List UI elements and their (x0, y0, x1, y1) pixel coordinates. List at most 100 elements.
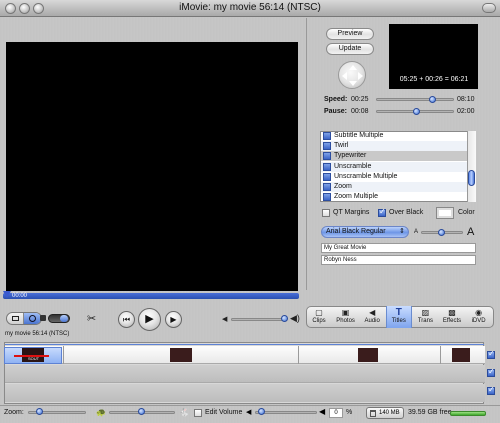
tab-idvd[interactable]: ◉ iDVD (466, 306, 492, 328)
select-arrows-icon: ⇕ (399, 228, 405, 235)
list-scrollbar[interactable] (467, 131, 476, 202)
title-style-icon (323, 162, 331, 171)
font-select[interactable]: Arial Black Regular ⇕ (321, 226, 409, 238)
effects-icon: ▩ (448, 308, 456, 317)
audio-track-2-checkbox[interactable] (487, 385, 495, 395)
trash-button[interactable]: 140 MB (366, 407, 404, 419)
toolbar-toggle-button[interactable] (482, 3, 496, 13)
preview-button[interactable]: Preview (326, 28, 374, 40)
volume-slider[interactable] (231, 318, 287, 321)
direction-pad[interactable] (338, 61, 366, 89)
pause-slider-knob[interactable] (413, 108, 420, 115)
clip-separator (440, 346, 441, 364)
idvd-icon: ◉ (475, 308, 483, 317)
title-styles-list[interactable]: Subtitle Multiple Twirl Typewriter Unscramb… (320, 131, 476, 202)
list-item-label: Unscramble Multiple (334, 172, 398, 180)
mode-switch-knob (60, 315, 68, 322)
list-item-label: Zoom (334, 183, 352, 190)
volume-slider-knob[interactable] (281, 315, 288, 322)
title-style-icon (323, 152, 331, 161)
list-item[interactable]: Unscramble Multiple (321, 172, 468, 182)
free-space-meter (450, 411, 486, 416)
clip-thumbnail[interactable] (358, 348, 378, 362)
list-item[interactable]: Typewriter (321, 151, 468, 162)
play-fullscreen-button[interactable]: ▶ (165, 311, 182, 328)
clip-thumbnail[interactable] (170, 348, 192, 362)
font-select-value: Arial Black Regular (326, 228, 386, 235)
arrow-down-icon[interactable] (349, 81, 357, 86)
list-item-label: Subtitle Multiple (334, 132, 384, 139)
clip-volume-knob[interactable] (258, 408, 265, 415)
clip-view-icon (12, 316, 19, 321)
volume-small-icon: ◀ (246, 409, 252, 416)
view-mode-toggle[interactable] (6, 312, 42, 325)
clip-thumbnail[interactable] (452, 348, 470, 362)
play-icon: ▶ (145, 313, 154, 325)
tab-effects[interactable]: ▩ Effects (439, 306, 465, 328)
mode-switch[interactable] (48, 314, 70, 323)
audio-track-1-checkbox[interactable] (487, 367, 495, 377)
speed-slider[interactable] (376, 98, 454, 101)
over-black-label: Over Black (389, 209, 424, 216)
arrow-left-icon[interactable] (342, 72, 347, 80)
volume-high-icon: ◀) (290, 313, 300, 323)
font-size-large-label: A (467, 226, 475, 238)
speed-timeline-knob[interactable] (138, 408, 145, 415)
pause-label: Pause: (324, 108, 347, 115)
arrow-up-icon[interactable] (349, 65, 357, 70)
zoom-slider-knob[interactable] (36, 408, 43, 415)
tab-titles[interactable]: T Titles (385, 306, 412, 328)
video-track-checkbox[interactable] (487, 349, 495, 359)
tab-clips[interactable]: ▢ Clips (306, 306, 332, 328)
qt-margins-checkbox[interactable] (322, 209, 330, 217)
color-well[interactable] (436, 207, 454, 219)
timeline-viewer[interactable] (4, 342, 485, 404)
window-title: iMovie: my movie 56:14 (NTSC) (179, 2, 321, 13)
trash-icon (370, 410, 376, 417)
list-item[interactable]: Zoom Multiple (321, 192, 468, 201)
tab-label: Audio (364, 318, 380, 324)
clips-icon: ▢ (315, 308, 323, 317)
qt-margins-label: QT Margins (333, 209, 370, 216)
edit-volume-checkbox[interactable] (194, 409, 202, 417)
volume-low-icon: ◀ (222, 316, 228, 323)
over-black-checkbox[interactable] (378, 207, 386, 217)
scrubber-bar[interactable] (3, 293, 299, 299)
arrow-right-icon[interactable] (358, 72, 363, 80)
list-item-label: Typewriter (334, 152, 367, 160)
tab-label: Titles (391, 318, 406, 324)
title-text-line-1[interactable]: My Great Movie (321, 243, 476, 253)
list-item[interactable]: Subtitle Multiple (321, 132, 468, 141)
timeline-view-icon (29, 315, 36, 322)
imovie-window: iMovie: my movie 56:14 (NTSC) 00:00 Prev… (0, 0, 500, 423)
list-item[interactable]: Twirl (321, 141, 468, 152)
tab-photos[interactable]: ▣ Photos (333, 306, 359, 328)
scissors-icon: ✂ (87, 313, 97, 325)
list-item[interactable]: Zoom (321, 182, 468, 192)
title-style-icon (323, 142, 331, 151)
list-item-label: Unscramble (334, 162, 372, 170)
list-scrollbar-thumb[interactable] (468, 170, 475, 186)
video-track[interactable] (5, 346, 485, 364)
tab-trans[interactable]: ▨ Trans (412, 306, 438, 328)
turtle-icon: 🐢 (96, 408, 106, 417)
color-label: Color (458, 209, 475, 216)
playhead-time: 00:00 (12, 293, 28, 299)
clip-view-button[interactable] (7, 313, 24, 324)
title-text-line-2[interactable]: Robyn Ness (321, 255, 476, 265)
audio-track-1[interactable] (5, 365, 485, 383)
volume-percent-field[interactable]: 0 (329, 408, 343, 418)
play-button[interactable]: ▶ (138, 308, 161, 331)
preview-times: 05:25 + 00:26 = 06:21 (399, 76, 469, 83)
speed-max: 08:10 (457, 96, 475, 103)
update-button[interactable]: Update (326, 43, 374, 55)
playhead-icon[interactable] (3, 291, 11, 298)
rewind-button[interactable]: ⏮ (118, 311, 135, 328)
list-item[interactable]: Unscramble (321, 161, 468, 172)
movie-label: my movie 56:14 (NTSC) (5, 331, 70, 337)
tab-audio[interactable]: ◀ Audio (359, 306, 385, 328)
audio-track-2[interactable] (5, 384, 485, 402)
camera-icon (40, 315, 46, 321)
timeline-view-button[interactable] (24, 313, 41, 324)
list-item-label: Twirl (334, 142, 349, 150)
